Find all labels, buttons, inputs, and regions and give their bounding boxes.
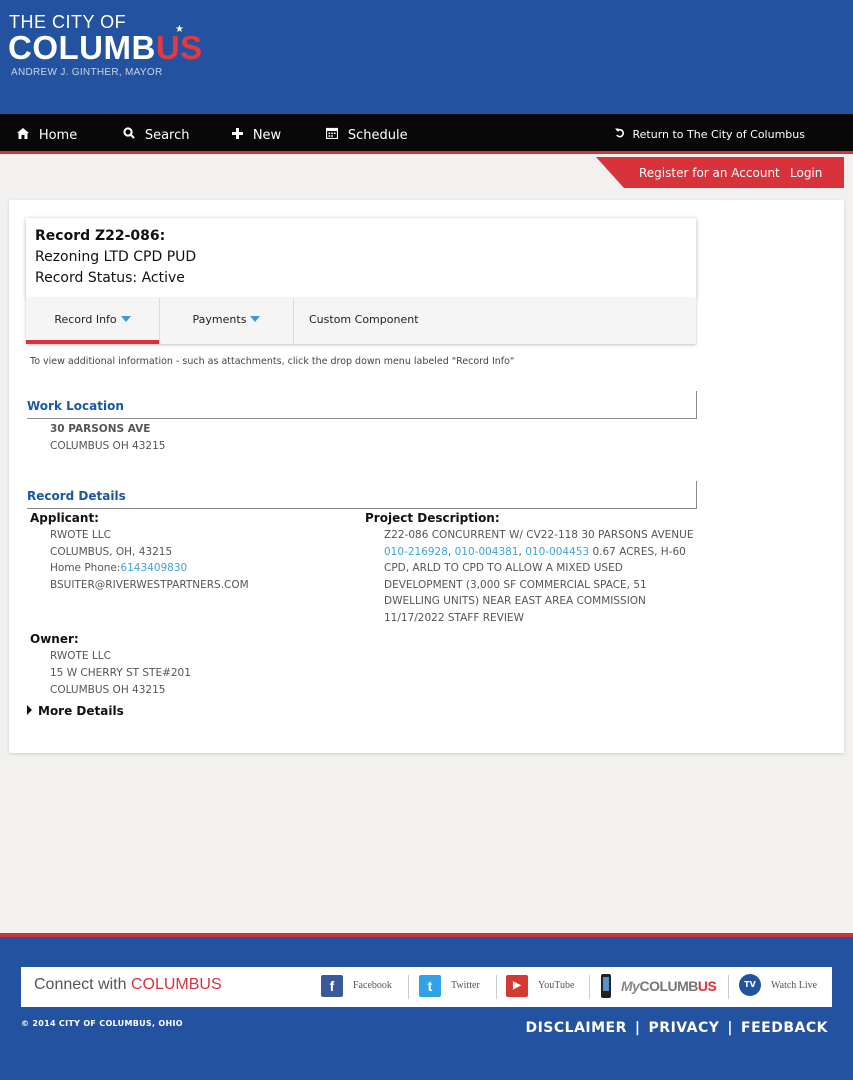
site-header: THE CITY OF COLUMBUS ★ ANDREW J. GINTHER…: [0, 0, 853, 114]
tv-icon: TV: [739, 974, 761, 996]
owner-name: RWOTE LLC: [50, 650, 111, 662]
tab-payments[interactable]: Payments: [160, 298, 293, 344]
privacy-link[interactable]: PRIVACY: [649, 1020, 720, 1036]
site-footer: Connect with COLUMBUS f Facebook t Twitt…: [0, 937, 853, 1080]
parcel-link[interactable]: 010-004381: [455, 546, 519, 558]
feedback-link[interactable]: FEEDBACK: [741, 1020, 828, 1036]
register-link[interactable]: Register for an Account: [639, 157, 780, 190]
applicant-email: BSUITER@RIVERWESTPARTNERS.COM: [50, 579, 249, 591]
star-icon: ★: [175, 24, 184, 35]
record-tabs: Record Info Payments Custom Component: [26, 298, 696, 344]
calendar-icon: [325, 127, 342, 142]
applicant-name: RWOTE LLC: [50, 529, 111, 541]
record-details-heading: Record Details: [27, 481, 697, 509]
youtube-icon: ▶: [506, 975, 528, 997]
disclaimer-link[interactable]: DISCLAIMER: [525, 1020, 626, 1036]
more-details-toggle[interactable]: More Details: [27, 704, 124, 718]
copyright: © 2014 CITY OF COLUMBUS, OHIO: [21, 1019, 183, 1028]
caret-down-icon: [250, 316, 261, 322]
mycolumbus-link[interactable]: MyCOLUMBUS: [599, 974, 717, 998]
work-address-line2: COLUMBUS OH 43215: [50, 440, 166, 452]
owner-address2: COLUMBUS OH 43215: [50, 684, 166, 696]
undo-icon: [615, 128, 629, 141]
project-line2: 010-216928, 010-004381, 010-004453 0.67 …: [384, 546, 686, 558]
city-logo[interactable]: THE CITY OF COLUMBUS ★ ANDREW J. GINTHER…: [8, 12, 215, 80]
logo-mayor: ANDREW J. GINTHER, MAYOR: [11, 67, 163, 78]
social-divider: [728, 975, 729, 999]
search-icon: [123, 127, 139, 142]
nav-schedule[interactable]: Schedule: [325, 114, 408, 154]
caret-down-icon: [120, 316, 131, 322]
applicant-city: COLUMBUS, OH, 43215: [50, 546, 173, 558]
record-header-card: Record Z22-086: Rezoning LTD CPD PUD Rec…: [26, 218, 696, 298]
project-line5: DWELLING UNITS) NEAR EAST AREA COMMISSIO…: [384, 595, 646, 607]
main-nav: Home Search New Schedule Return to The C…: [0, 114, 853, 154]
project-description-label: Project Description:: [365, 511, 500, 525]
tab-custom-component[interactable]: Custom Component: [294, 298, 428, 344]
social-divider: [589, 975, 590, 999]
phone-link[interactable]: 6143409830: [120, 562, 187, 574]
connect-title: Connect with COLUMBUS: [34, 976, 222, 993]
home-icon: [17, 128, 33, 142]
twitter-icon: t: [419, 975, 441, 997]
phone-icon: [601, 974, 611, 998]
record-panel: Record Z22-086: Rezoning LTD CPD PUD Rec…: [9, 200, 844, 753]
record-status: Record Status: Active: [35, 270, 185, 286]
record-title: Record Z22-086:: [35, 228, 166, 244]
applicant-phone: Home Phone:6143409830: [50, 562, 188, 574]
parcel-link[interactable]: 010-216928: [384, 546, 448, 558]
social-divider: [496, 975, 497, 999]
caret-right-icon: [27, 705, 32, 715]
nav-search[interactable]: Search: [123, 114, 190, 154]
project-line1: Z22-086 CONCURRENT W/ CV22-118 30 PARSON…: [384, 529, 694, 541]
account-bar: Register for an Account Login: [596, 157, 844, 188]
mycolumbus-logo: MyCOLUMBUS: [621, 978, 717, 994]
applicant-label: Applicant:: [30, 511, 99, 525]
logo-line2: COLUMBUS: [8, 29, 203, 66]
return-link[interactable]: Return to The City of Columbus: [615, 114, 805, 154]
project-line6: 11/17/2022 STAFF REVIEW: [384, 612, 524, 624]
login-link[interactable]: Login: [790, 157, 822, 190]
info-hint: To view additional information - such as…: [30, 356, 515, 367]
facebook-icon: f: [321, 975, 343, 997]
owner-address1: 15 W CHERRY ST STE#201: [50, 667, 191, 679]
work-location-heading: Work Location: [27, 391, 697, 419]
work-address-line1: 30 PARSONS AVE: [50, 423, 151, 435]
nav-new[interactable]: New: [232, 114, 281, 154]
tab-record-info[interactable]: Record Info: [26, 298, 159, 344]
record-type: Rezoning LTD CPD PUD: [35, 249, 197, 265]
plus-icon: [232, 128, 247, 142]
footer-links: DISCLAIMER | PRIVACY | FEEDBACK: [525, 1020, 828, 1036]
social-divider: [408, 975, 409, 999]
connect-bar: Connect with COLUMBUS f Facebook t Twitt…: [21, 967, 832, 1007]
owner-label: Owner:: [30, 632, 79, 646]
project-line3: CPD, ARLD TO CPD TO ALLOW A MIXED USED: [384, 562, 623, 574]
nav-home[interactable]: Home: [17, 114, 77, 154]
project-line4: DEVELOPMENT (3,000 SF COMMERCIAL SPACE, …: [384, 579, 647, 591]
parcel-link[interactable]: 010-004453: [525, 546, 589, 558]
